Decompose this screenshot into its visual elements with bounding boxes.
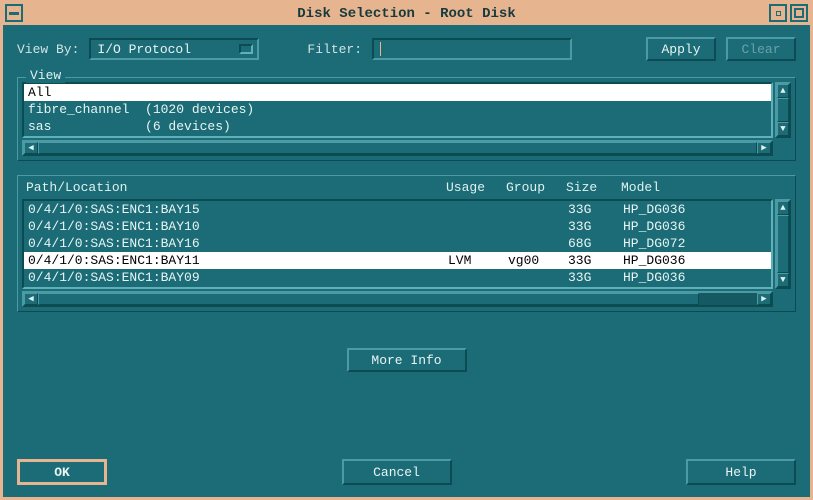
cell-size: 68G [568, 235, 623, 252]
table-row[interactable]: 0/4/1/0:SAS:ENC1:BAY16 68GHP_DG072 [24, 235, 771, 252]
cell-path: 0/4/1/0:SAS:ENC1:BAY16 [28, 235, 448, 252]
filter-label: Filter: [307, 42, 362, 57]
cell-path: 0/4/1/0:SAS:ENC1:BAY11 [28, 252, 448, 269]
dialog-footer: OK Cancel Help [17, 459, 796, 485]
scroll-down-icon[interactable]: ▼ [777, 273, 789, 287]
filter-toolbar: View By: I/O Protocol Filter: Apply Clea… [17, 37, 796, 61]
cell-usage: LVM [448, 252, 508, 269]
filter-input[interactable] [372, 38, 572, 60]
maximize-button[interactable] [790, 4, 808, 22]
dropdown-indicator-icon [239, 44, 253, 54]
col-path-header: Path/Location [26, 180, 446, 195]
col-model-header: Model [621, 180, 787, 195]
disk-horizontal-scrollbar[interactable]: ◀ ▶ [22, 291, 773, 307]
cell-group [508, 201, 568, 218]
minimize-button[interactable] [769, 4, 787, 22]
cell-path: 0/4/1/0:SAS:ENC1:BAY09 [28, 269, 448, 286]
window-title: Disk Selection - Root Disk [297, 6, 515, 22]
cell-usage [448, 218, 508, 235]
view-group-title: View [26, 68, 65, 83]
ok-button[interactable]: OK [17, 459, 107, 485]
view-by-dropdown[interactable]: I/O Protocol [89, 38, 259, 60]
cell-model: HP_DG036 [623, 201, 767, 218]
cell-group: vg00 [508, 252, 568, 269]
text-caret-icon [380, 42, 381, 56]
table-row[interactable]: 0/4/1/0:SAS:ENC1:BAY10 33GHP_DG036 [24, 218, 771, 235]
cell-usage [448, 201, 508, 218]
cell-group [508, 218, 568, 235]
table-row[interactable]: 0/4/1/0:SAS:ENC1:BAY11LVMvg0033GHP_DG036 [24, 252, 771, 269]
cell-path: 0/4/1/0:SAS:ENC1:BAY10 [28, 218, 448, 235]
disk-table-group: Path/Location Usage Group Size Model 0/4… [17, 175, 796, 312]
col-usage-header: Usage [446, 180, 506, 195]
scroll-left-icon[interactable]: ◀ [24, 293, 38, 305]
scroll-left-icon[interactable]: ◀ [24, 142, 38, 154]
disk-vertical-scrollbar[interactable]: ▲ ▼ [775, 199, 791, 289]
scroll-up-icon[interactable]: ▲ [777, 201, 789, 215]
titlebar: Disk Selection - Root Disk [3, 3, 810, 25]
view-group: View Allfibre_channel (1020 devices)sas … [17, 77, 796, 161]
cell-group [508, 235, 568, 252]
col-size-header: Size [566, 180, 621, 195]
table-row[interactable]: 0/4/1/0:SAS:ENC1:BAY09 33GHP_DG036 [24, 269, 771, 286]
view-horizontal-scrollbar[interactable]: ◀ ▶ [22, 140, 773, 156]
clear-button[interactable]: Clear [726, 37, 796, 61]
more-info-button[interactable]: More Info [347, 348, 467, 372]
cell-usage [448, 269, 508, 286]
table-row[interactable]: 0/4/1/0:SAS:ENC1:BAY15 33GHP_DG036 [24, 201, 771, 218]
apply-button[interactable]: Apply [646, 37, 716, 61]
cell-model: HP_DG036 [623, 218, 767, 235]
scroll-right-icon[interactable]: ▶ [757, 293, 771, 305]
cell-usage [448, 235, 508, 252]
view-by-value: I/O Protocol [97, 42, 191, 57]
view-list-item[interactable]: fibre_channel (1020 devices) [24, 101, 771, 118]
cell-size: 33G [568, 218, 623, 235]
view-listbox[interactable]: Allfibre_channel (1020 devices)sas (6 de… [22, 82, 773, 138]
cell-size: 33G [568, 269, 623, 286]
scroll-down-icon[interactable]: ▼ [777, 122, 789, 136]
col-group-header: Group [506, 180, 566, 195]
cell-model: HP_DG072 [623, 235, 767, 252]
cell-size: 33G [568, 201, 623, 218]
view-list-item[interactable]: sas (6 devices) [24, 118, 771, 135]
cell-group [508, 269, 568, 286]
scroll-up-icon[interactable]: ▲ [777, 84, 789, 98]
scroll-right-icon[interactable]: ▶ [757, 142, 771, 154]
disk-listbox[interactable]: 0/4/1/0:SAS:ENC1:BAY1533GHP_DG0360/4/1/0… [22, 199, 773, 289]
help-button[interactable]: Help [686, 459, 796, 485]
view-list-item[interactable]: All [24, 84, 771, 101]
disk-selection-window: Disk Selection - Root Disk View By: I/O … [0, 0, 813, 500]
cell-size: 33G [568, 252, 623, 269]
cell-path: 0/4/1/0:SAS:ENC1:BAY15 [28, 201, 448, 218]
table-header: Path/Location Usage Group Size Model [22, 180, 791, 195]
window-menu-button[interactable] [5, 4, 23, 22]
view-by-label: View By: [17, 42, 79, 57]
cell-model: HP_DG036 [623, 252, 767, 269]
cell-model: HP_DG036 [623, 269, 767, 286]
cancel-button[interactable]: Cancel [342, 459, 452, 485]
view-vertical-scrollbar[interactable]: ▲ ▼ [775, 82, 791, 138]
